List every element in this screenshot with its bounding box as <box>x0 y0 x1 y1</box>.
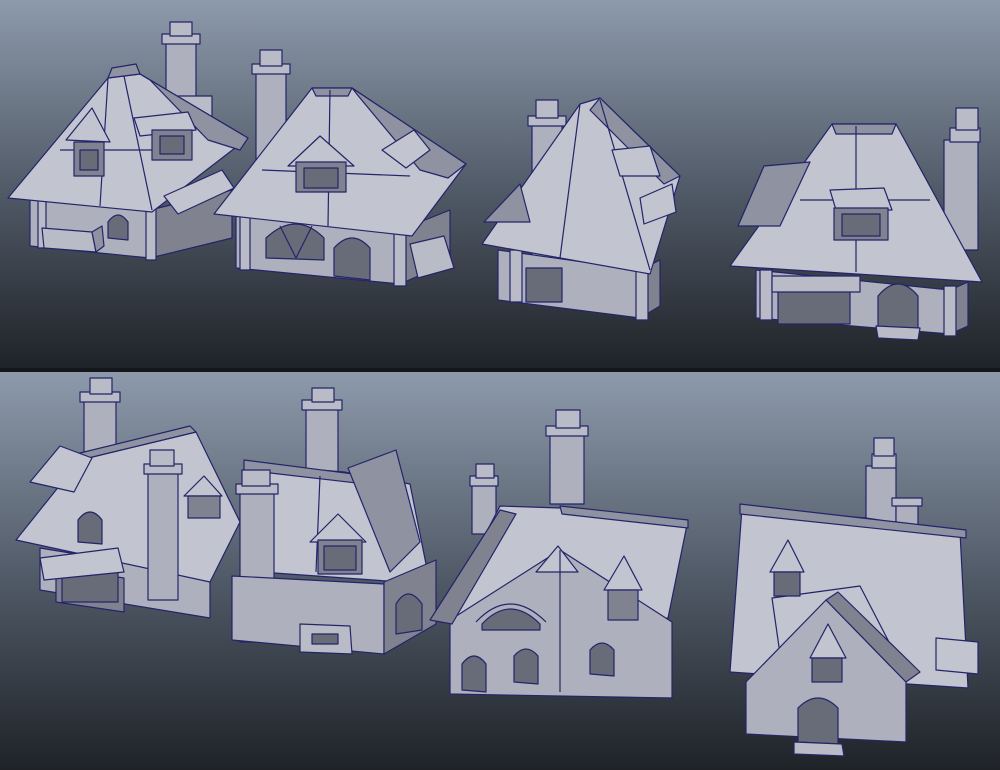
bottom-viewport-canvas <box>0 372 1000 770</box>
top-viewport[interactable] <box>0 0 1000 368</box>
bottom-viewport[interactable] <box>0 372 1000 770</box>
maya-viewport-composite <box>0 0 1000 770</box>
top-viewport-canvas <box>0 0 1000 368</box>
